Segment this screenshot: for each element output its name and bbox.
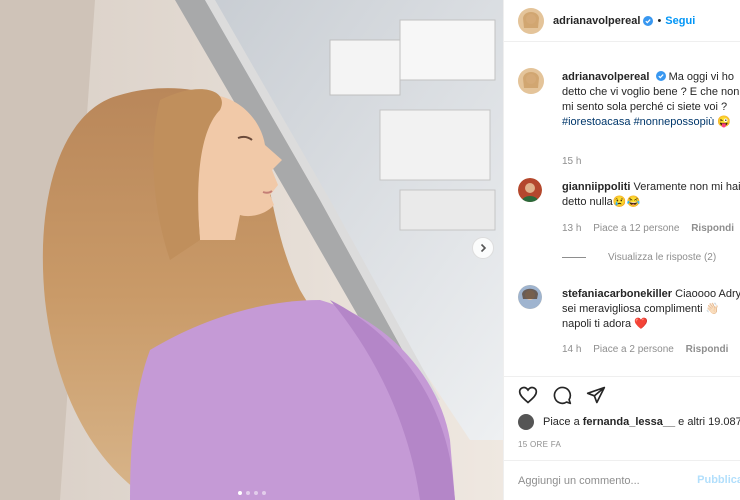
share-icon[interactable] [586, 385, 606, 405]
carousel-dot [254, 491, 258, 495]
heart-icon[interactable] [518, 385, 538, 405]
carousel-dot [262, 491, 266, 495]
comment-item: stefaniacarbonekiller Ciaoooo Adry sei m… [518, 285, 740, 385]
comment-username[interactable]: stefaniacarbonekiller [562, 288, 672, 300]
hashtag-link[interactable]: #nonnepossopiù [634, 116, 715, 128]
verified-icon [643, 15, 654, 26]
avatar[interactable] [518, 285, 542, 309]
comment-icon[interactable] [552, 385, 572, 405]
post-image[interactable] [0, 0, 503, 500]
header-username[interactable]: adrianavolpereal [553, 15, 640, 27]
avatar[interactable] [518, 7, 544, 34]
comment-likes[interactable]: Piace a 2 persone [593, 344, 674, 355]
verified-icon [655, 71, 666, 81]
comment-time[interactable]: 13 h [562, 223, 581, 234]
chevron-right-icon [480, 243, 487, 253]
hashtag-link[interactable]: #iorestoacasa [562, 116, 631, 128]
likes-suffix[interactable]: e altri 19.087 [678, 416, 740, 428]
likes-prefix: Piace a [543, 416, 580, 428]
comment-meta: 13 h Piace a 12 persone Rispondi [562, 223, 740, 234]
comment-likes[interactable]: Piace a 12 persone [593, 223, 679, 234]
view-replies-button[interactable]: Visualizza le risposte (2) [562, 252, 716, 263]
caption-meta: 15 h [562, 156, 590, 167]
view-replies-label: Visualizza le risposte (2) [608, 252, 717, 263]
liker-avatar [518, 414, 534, 430]
caption-text: adrianavolpereal Ma oggi vi ho detto che… [562, 70, 740, 130]
carousel-indicator [238, 491, 266, 495]
caption: adrianavolpereal Ma oggi vi ho detto che… [518, 68, 740, 178]
avatar[interactable] [518, 178, 542, 202]
header-separator: • [657, 14, 662, 27]
add-comment-bar: Pubblica [504, 460, 740, 500]
reply-button[interactable]: Rispondi [686, 344, 729, 355]
post-actions-section: Piace a fernanda_lessa__ e altri 19.087 … [504, 376, 740, 449]
caption-username[interactable]: adrianavolpereal [562, 71, 649, 83]
publish-button[interactable]: Pubblica [697, 474, 740, 486]
comment-item: gianniippoliti Veramente non mi hai dett… [518, 178, 740, 288]
carousel-dot [246, 491, 250, 495]
avatar[interactable] [518, 68, 544, 94]
comment-text: gianniippoliti Veramente non mi hai dett… [562, 180, 740, 210]
post-timestamp[interactable]: 15 ORE FA [518, 440, 561, 449]
comment-time[interactable]: 14 h [562, 344, 581, 355]
replies-divider [562, 257, 586, 258]
likes-summary[interactable]: Piace a fernanda_lessa__ e altri 19.087 [518, 414, 740, 430]
comment-input[interactable] [518, 461, 708, 500]
comment-meta: 14 h Piace a 2 persone Rispondi [562, 344, 737, 355]
caption-emoji: 😜 [717, 116, 732, 128]
caption-time[interactable]: 15 h [562, 156, 581, 167]
reply-button[interactable]: Rispondi [691, 223, 734, 234]
post-header: adrianavolpereal • Segui [504, 0, 740, 42]
post-sidebar: adrianavolpereal • Segui adrianavolperea… [503, 0, 740, 500]
follow-button[interactable]: Segui [665, 15, 695, 27]
carousel-dot [238, 491, 242, 495]
carousel-next-button[interactable] [472, 237, 494, 259]
comment-text: stefaniacarbonekiller Ciaoooo Adry sei m… [562, 287, 740, 332]
comment-username[interactable]: gianniippoliti [562, 181, 630, 193]
action-bar [518, 385, 606, 405]
likes-user[interactable]: fernanda_lessa__ [583, 416, 675, 428]
photo-illustration [0, 0, 503, 500]
